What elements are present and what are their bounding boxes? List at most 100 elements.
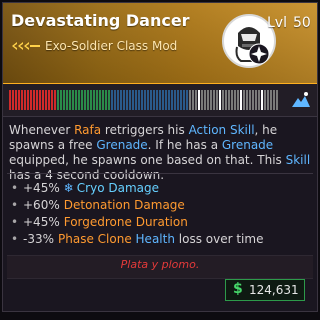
- barcode-bar: [99, 90, 101, 110]
- barcode-bar: [27, 90, 29, 110]
- barcode-bar: [135, 90, 137, 110]
- bullet-icon: •: [11, 231, 19, 246]
- barcode-bar: [210, 90, 212, 110]
- barcode-bar: [132, 90, 134, 110]
- barcode-bar: [177, 90, 179, 110]
- barcode-bar: [21, 90, 23, 110]
- price-value: 124,631: [249, 283, 299, 297]
- barcode-bar: [186, 90, 188, 110]
- barcode-bar: [198, 90, 200, 110]
- desc-highlight-grenade: Grenade: [221, 138, 274, 152]
- barcode-bar: [162, 90, 164, 110]
- barcode-bar: [219, 90, 221, 110]
- barcode-bar: [60, 90, 62, 110]
- barcode-bar: [222, 90, 224, 110]
- barcode-bar: [108, 90, 110, 110]
- barcode-bar: [36, 90, 38, 110]
- barcode-bar: [57, 90, 59, 110]
- barcode-bar: [255, 90, 257, 110]
- barcode-bar: [225, 90, 227, 110]
- barcode-bar: [129, 90, 131, 110]
- item-card: Devastating Dancer Exo-Soldier Class Mod…: [2, 2, 318, 312]
- item-description: Whenever Rafa retriggers his Action Skil…: [9, 123, 311, 183]
- desc-highlight-action-skill: Action Skill: [188, 123, 255, 137]
- barcode-bar: [189, 90, 191, 110]
- barcode-bar: [9, 90, 11, 110]
- barcode-bar: [18, 90, 20, 110]
- barcode-bar: [141, 90, 143, 110]
- barcode-bar: [138, 90, 140, 110]
- barcode-bar: [258, 90, 260, 110]
- divider: [7, 173, 313, 174]
- stat-value: +60%: [23, 197, 60, 212]
- manufacturer-strip: [3, 83, 317, 117]
- barcode-bar: [180, 90, 182, 110]
- level-label: Lvl: [267, 15, 287, 31]
- barcode-bar: [15, 90, 17, 110]
- stat-label: Cryo Damage: [76, 180, 160, 195]
- barcode-bar: [201, 90, 203, 110]
- item-type-row: Exo-Soldier Class Mod: [11, 39, 177, 53]
- barcode-bar: [231, 90, 233, 110]
- barcode-bar: [111, 90, 113, 110]
- barcode-bar: [216, 90, 218, 110]
- desc-highlight-rafa: Rafa: [74, 123, 102, 137]
- stat-label-health: Health: [135, 231, 175, 246]
- stat-value: -33%: [23, 231, 55, 246]
- barcode-bar: [33, 90, 35, 110]
- barcode-bar: [270, 90, 272, 110]
- barcode-bar: [192, 90, 194, 110]
- barcode-bars: [9, 90, 278, 110]
- stat-list: • +45% ❄ Cryo Damage • +60% Detonation D…: [11, 179, 311, 247]
- stat-label: Forgedrone Duration: [63, 214, 188, 229]
- stat-label: Detonation Damage: [63, 197, 185, 212]
- barcode-bar: [51, 90, 53, 110]
- stat-value: +45%: [23, 180, 60, 195]
- desc-text: Whenever: [9, 123, 75, 137]
- barcode-bar: [63, 90, 65, 110]
- barcode-bar: [213, 90, 215, 110]
- desc-text: retriggers his: [101, 123, 189, 137]
- barcode-bar: [183, 90, 185, 110]
- stat-label-suffix: loss over time: [178, 231, 264, 246]
- barcode-bar: [240, 90, 242, 110]
- skill-badge-icon: [248, 43, 270, 65]
- barcode-bar: [117, 90, 119, 110]
- desc-highlight-skill: Skill: [285, 153, 311, 167]
- barcode-bar: [204, 90, 206, 110]
- barcode-bar: [276, 90, 278, 110]
- barcode-bar: [147, 90, 149, 110]
- stat-value: +45%: [23, 214, 60, 229]
- barcode-bar: [39, 90, 41, 110]
- barcode-bar: [78, 90, 80, 110]
- barcode-bar: [153, 90, 155, 110]
- barcode-bar: [81, 90, 83, 110]
- barcode-bar: [84, 90, 86, 110]
- barcode-bar: [228, 90, 230, 110]
- stat-row-phase-clone-health: • -33% Phase Clone Health loss over time: [11, 230, 311, 247]
- barcode-bar: [252, 90, 254, 110]
- barcode-bar: [87, 90, 89, 110]
- barcode-bar: [174, 90, 176, 110]
- item-name: Devastating Dancer: [11, 11, 190, 30]
- barcode-bar: [54, 90, 56, 110]
- barcode-bar: [123, 90, 125, 110]
- barcode-bar: [264, 90, 266, 110]
- barcode-bar: [12, 90, 14, 110]
- barcode-bar: [234, 90, 236, 110]
- barcode-bar: [246, 90, 248, 110]
- barcode-bar: [42, 90, 44, 110]
- stat-label-phase-clone: Phase Clone: [58, 231, 132, 246]
- mountain-tree-icon: [292, 92, 310, 107]
- barcode-bar: [120, 90, 122, 110]
- barcode-bar: [102, 90, 104, 110]
- barcode-bar: [114, 90, 116, 110]
- barcode-bar: [69, 90, 71, 110]
- barcode-bar: [72, 90, 74, 110]
- barcode-bar: [273, 90, 275, 110]
- barcode-bar: [45, 90, 47, 110]
- item-level: 50: [293, 15, 311, 31]
- barcode-bar: [267, 90, 269, 110]
- desc-text: equipped, he spawns one based on that. T…: [9, 153, 286, 167]
- barcode-bar: [93, 90, 95, 110]
